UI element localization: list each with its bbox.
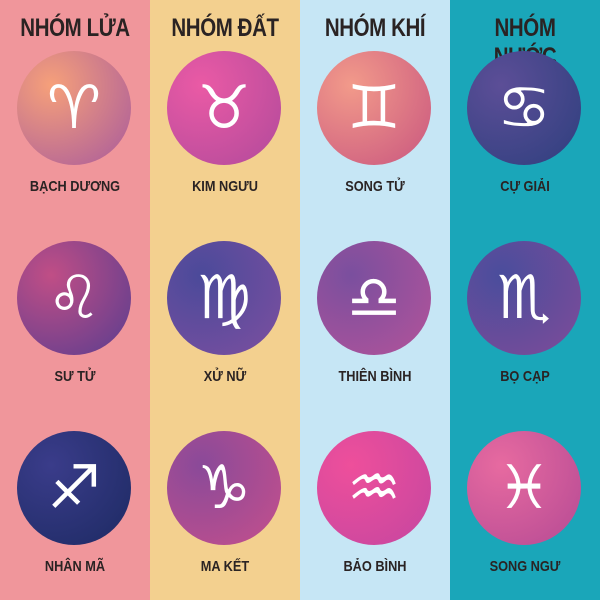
zodiac-sign: ♓ SONG NGƯ	[450, 431, 600, 611]
sign-label: NHÂN MÃ	[44, 558, 106, 575]
group-column: NHÓM ĐẤT ♉ KIM NGƯU ♍ XỬ NỮ ♑ MA KẾT	[150, 0, 300, 600]
leo-icon: ♌	[17, 241, 131, 355]
taurus-icon: ♉	[167, 51, 281, 165]
group-title: NHÓM LỬA	[20, 14, 130, 42]
capricorn-icon: ♑	[167, 431, 281, 545]
zodiac-sign: ♈ BẠCH DƯƠNG	[0, 51, 150, 231]
sagittarius-icon: ♐	[17, 431, 131, 545]
zodiac-sign: ♊ SONG TỬ	[300, 51, 450, 231]
sign-label: SONG TỬ	[345, 178, 405, 195]
pisces-icon: ♓	[467, 431, 581, 545]
zodiac-sign: ♐ NHÂN MÃ	[0, 431, 150, 611]
cancer-icon: ♋	[467, 51, 581, 165]
zodiac-sign: ♋ CỰ GIẢI	[450, 51, 600, 231]
aries-icon: ♈	[17, 51, 131, 165]
aquarius-icon: ♒	[317, 431, 431, 545]
group-column: NHÓM NƯỚC♋CỰ GIẢI♏BỌ CẠP♓SONG NGƯ	[450, 0, 600, 600]
sign-label: THIÊN BÌNH	[338, 368, 412, 385]
group-column: NHÓM LỬA ♈ BẠCH DƯƠNG ♌ SƯ TỬ ♐ NHÂN MÃ	[0, 0, 150, 600]
sign-label: SONG NGƯ	[489, 558, 561, 575]
group-title: NHÓM ĐẤT	[171, 14, 279, 42]
group-title: NHÓM KHÍ	[324, 14, 426, 42]
zodiac-sign: ♎ THIÊN BÌNH	[300, 241, 450, 421]
sign-label: KIM NGƯU	[192, 178, 258, 195]
zodiac-sign: ♒ BẢO BÌNH	[300, 431, 450, 611]
zodiac-sign: ♍ XỬ NỮ	[150, 241, 300, 421]
libra-icon: ♎	[317, 241, 431, 355]
zodiac-sign: ♏ BỌ CẠP	[450, 241, 600, 421]
sign-label: CỰ GIẢI	[500, 178, 550, 195]
zodiac-sign: ♉ KIM NGƯU	[150, 51, 300, 231]
sign-label: BẢO BÌNH	[343, 558, 407, 575]
gemini-icon: ♊	[317, 51, 431, 165]
group-column: NHÓM KHÍ ♊ SONG TỬ ♎ THIÊN BÌNH ♒ BẢO BÌNH	[300, 0, 450, 600]
virgo-icon: ♍	[167, 241, 281, 355]
sign-label: BỌ CẠP	[500, 368, 550, 385]
sign-label: XỬ NỮ	[203, 368, 247, 385]
sign-label: SƯ TỬ	[54, 368, 96, 385]
sign-label: BẠCH DƯƠNG	[29, 178, 121, 195]
zodiac-sign: ♑ MA KẾT	[150, 431, 300, 611]
sign-label: MA KẾT	[200, 558, 250, 575]
zodiac-sign: ♌ SƯ TỬ	[0, 241, 150, 421]
scorpio-icon: ♏	[467, 241, 581, 355]
